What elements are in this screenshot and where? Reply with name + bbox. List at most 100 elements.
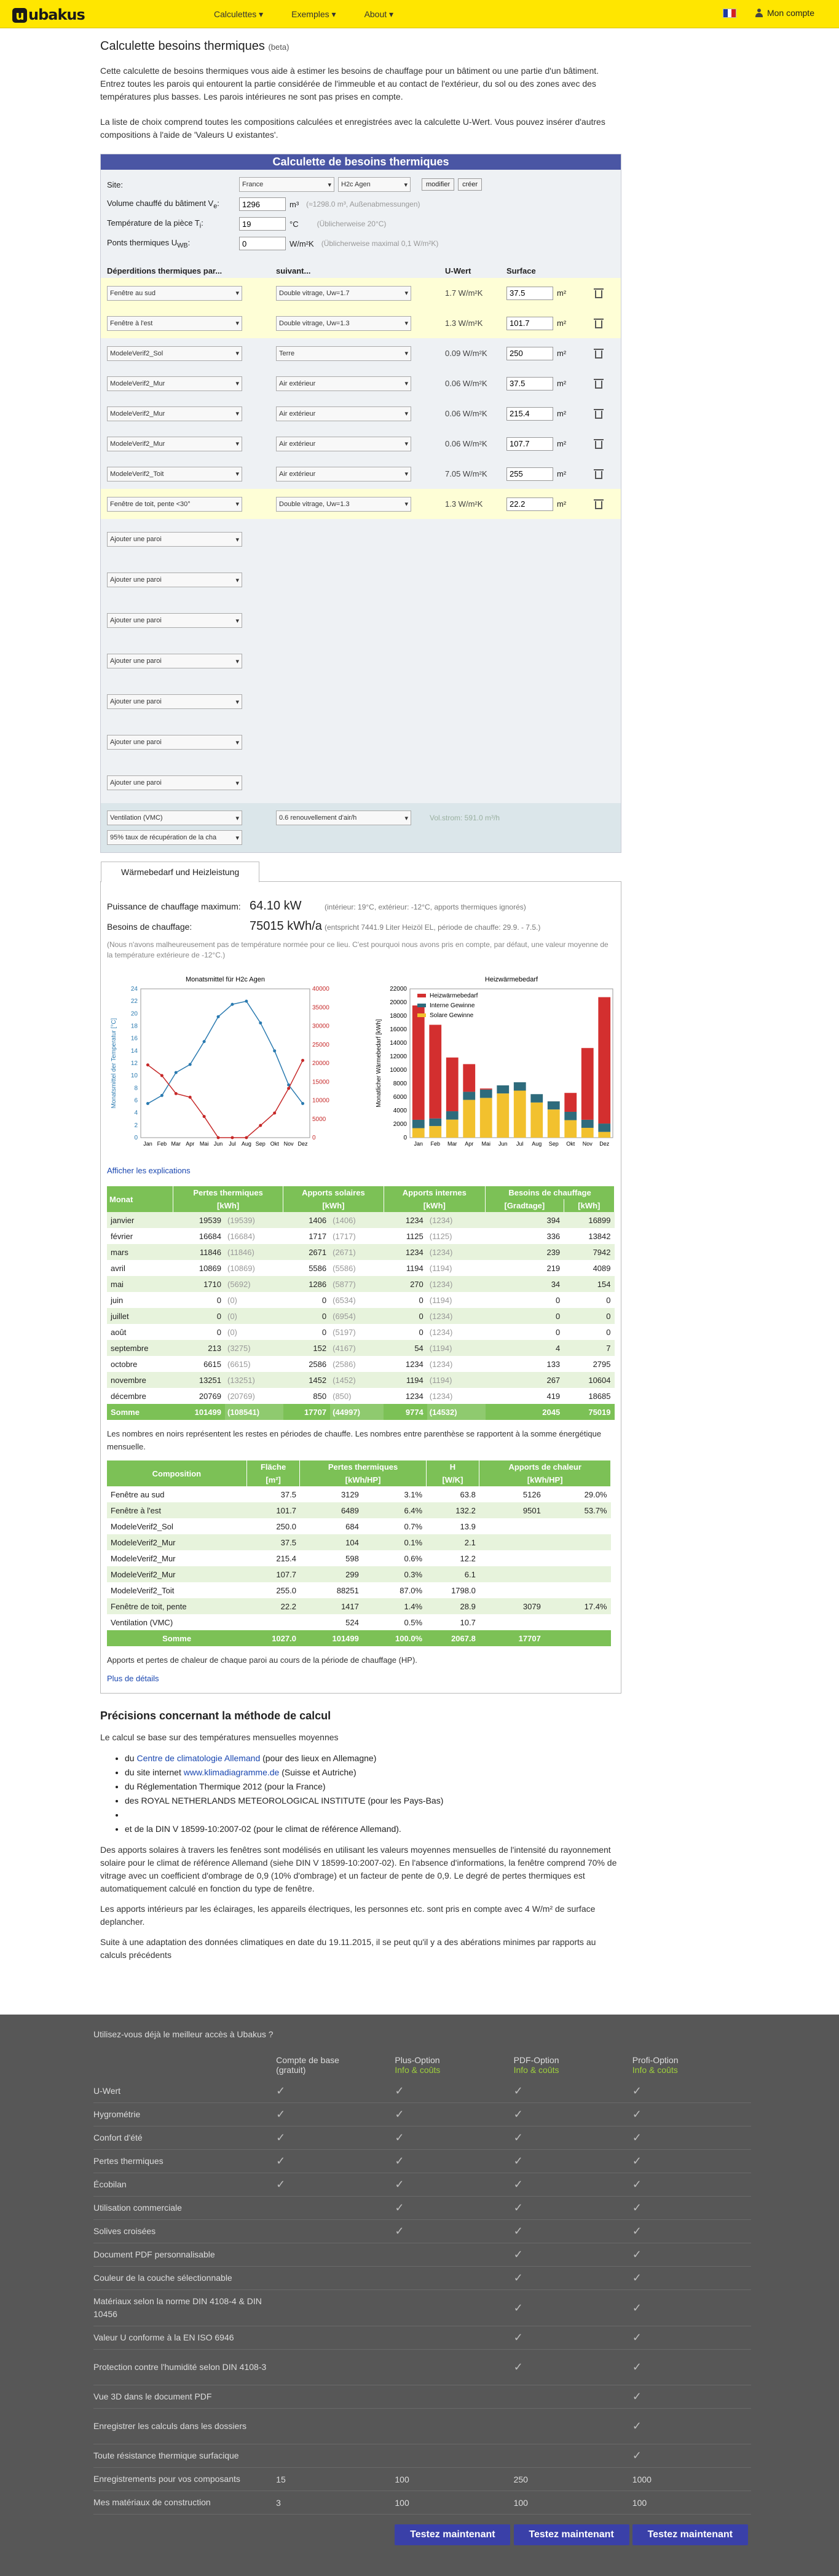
delete-icon[interactable] [594,348,604,359]
delete-icon[interactable] [594,318,604,328]
component-select[interactable]: Fenêtre au sud [107,285,242,301]
add-component-select[interactable]: Ajouter une paroi [107,613,242,628]
table-cell: (1406) [330,1212,384,1228]
bridges-input[interactable] [239,237,286,250]
add-component-select[interactable]: Ajouter une paroi [107,735,242,750]
adjacent-select[interactable]: Air extérieur [276,466,411,482]
surface-input[interactable] [506,497,553,511]
adjacent-select[interactable]: Double vitrage, Uw=1.3 [276,315,411,331]
try-plus-button[interactable]: Testez maintenant [395,2524,511,2545]
pdf-info-link[interactable]: Info & coûts [514,2065,559,2075]
table-unit: [kWh/HP] [299,1473,427,1486]
table-cell: 101499 [173,1404,225,1420]
table-cell: 20769 [199,1391,221,1401]
add-component-select[interactable]: Ajouter une paroi [107,573,242,587]
x-tick-label: Apr [465,1141,473,1147]
surface-input[interactable] [506,467,553,481]
adjacent-select[interactable]: Double vitrage, Uw=1.3 [276,496,411,512]
data-point [216,1136,220,1139]
air-change-select[interactable]: 0.6 renouvellement d'air/h [276,810,411,825]
table-cell: février [111,1231,133,1241]
delete-icon[interactable] [594,408,604,419]
table-cell: juin [111,1295,124,1305]
ventilation-select[interactable]: Ventilation (VMC) [107,810,242,825]
add-component-select[interactable]: Ajouter une paroi [107,532,242,547]
french-flag-icon[interactable] [722,8,736,18]
site-country-select[interactable]: France [239,177,334,192]
table-cell: 101.7 [246,1502,300,1518]
adjacent-select[interactable]: Air extérieur [276,406,411,421]
table-cell: 101499 [299,1630,363,1646]
delete-icon[interactable] [594,288,604,298]
table-cell: 10.7 [460,1617,476,1627]
component-select[interactable]: ModeleVerif2_Mur [107,436,242,451]
delete-icon[interactable] [594,438,604,449]
nav-calculettes[interactable]: Calculettes ▾ [214,9,263,20]
tab-results[interactable]: Wärmebedarf und Heizleistung [101,862,260,882]
check-icon: ✓ [632,2085,642,2097]
nav-exemples[interactable]: Exemples ▾ [291,9,336,20]
surface-unit: m² [557,319,567,328]
component-select[interactable]: Fenêtre à l'est [107,315,242,331]
site-zone-select[interactable]: H2c Agen [338,177,411,192]
bar-segment [412,1005,425,1120]
surface-input[interactable] [506,437,553,451]
adjacent-select[interactable]: Terre [276,346,411,361]
composition-note: Apports et pertes de chaleur de chaque p… [107,1655,417,1665]
adjacent-select[interactable]: Air extérieur [276,376,411,391]
table-cell: 29.0% [584,1489,607,1499]
feature-value [276,2227,395,2237]
surface-input[interactable] [506,406,553,421]
feature-value [276,2422,395,2431]
volume-row: Volume chauffé du bâtiment Ve: m³ (≈1298… [101,194,621,214]
check-icon: ✓ [395,2225,404,2237]
plus-info-link[interactable]: Info & coûts [395,2065,440,2075]
table-cell: 255.0 [276,1585,296,1595]
bar-segment [598,1124,610,1132]
create-button[interactable]: créer [458,178,483,191]
y-tick-label: 14 [131,1048,138,1055]
table-row: août 0 (0) 0 (5197) 0 (1234) 0 0 [107,1324,615,1340]
delete-icon[interactable] [594,469,604,479]
more-details-link[interactable]: Plus de détails [107,1674,615,1683]
adjacent-select[interactable]: Air extérieur [276,436,411,451]
component-select[interactable]: ModeleVerif2_Mur [107,406,242,421]
add-component-select[interactable]: Ajouter une paroi [107,694,242,709]
logo[interactable]: u ubakus [12,6,85,24]
table-cell: 0 [216,1295,221,1305]
surface-input[interactable] [506,346,553,360]
account-link[interactable]: Mon compte [755,8,814,18]
table-cell: (1194) [429,1295,452,1305]
pricing-footer: Utilisez-vous déjà le meilleur accès à U… [0,2015,839,2576]
heat-recovery-select[interactable]: 95% taux de récupération de la cha [107,830,242,845]
y-tick-label-right: 10000 [312,1098,329,1104]
modify-button[interactable]: modifier [422,178,455,191]
table-cell: 2586 [309,1359,327,1369]
component-select[interactable]: ModeleVerif2_Mur [107,376,242,391]
component-select[interactable]: ModeleVerif2_Toit [107,466,242,482]
table-cell: (1234) [429,1327,453,1337]
bar-segment [429,1024,441,1119]
try-profi-button[interactable]: Testez maintenant [632,2524,748,2545]
add-component-select[interactable]: Ajouter une paroi [107,654,242,668]
component-select[interactable]: ModeleVerif2_Sol [107,346,242,361]
source-link[interactable]: www.klimadiagramme.de [184,1767,280,1777]
adjacent-select[interactable]: Double vitrage, Uw=1.7 [276,285,411,301]
surface-input[interactable] [506,286,553,300]
x-tick-label: Sep [256,1141,266,1147]
delete-icon[interactable] [594,499,604,509]
show-explanations-link[interactable]: Afficher les explications [107,1166,615,1175]
temperature-input[interactable] [239,217,286,231]
profi-info-link[interactable]: Info & coûts [632,2065,678,2075]
try-pdf-button[interactable]: Testez maintenant [513,2524,629,2545]
add-component-select[interactable]: Ajouter une paroi [107,775,242,790]
nav-about[interactable]: About ▾ [364,9,394,20]
delete-icon[interactable] [594,378,604,389]
volume-input[interactable] [239,197,286,211]
component-select[interactable]: Fenêtre de toit, pente <30° [107,496,242,512]
x-tick-label: Aug [242,1141,251,1147]
surface-input[interactable] [506,376,553,390]
surface-input[interactable] [506,316,553,330]
source-link[interactable]: Centre de climatologie Allemand [136,1753,260,1763]
check-icon: ✓ [513,2248,523,2261]
